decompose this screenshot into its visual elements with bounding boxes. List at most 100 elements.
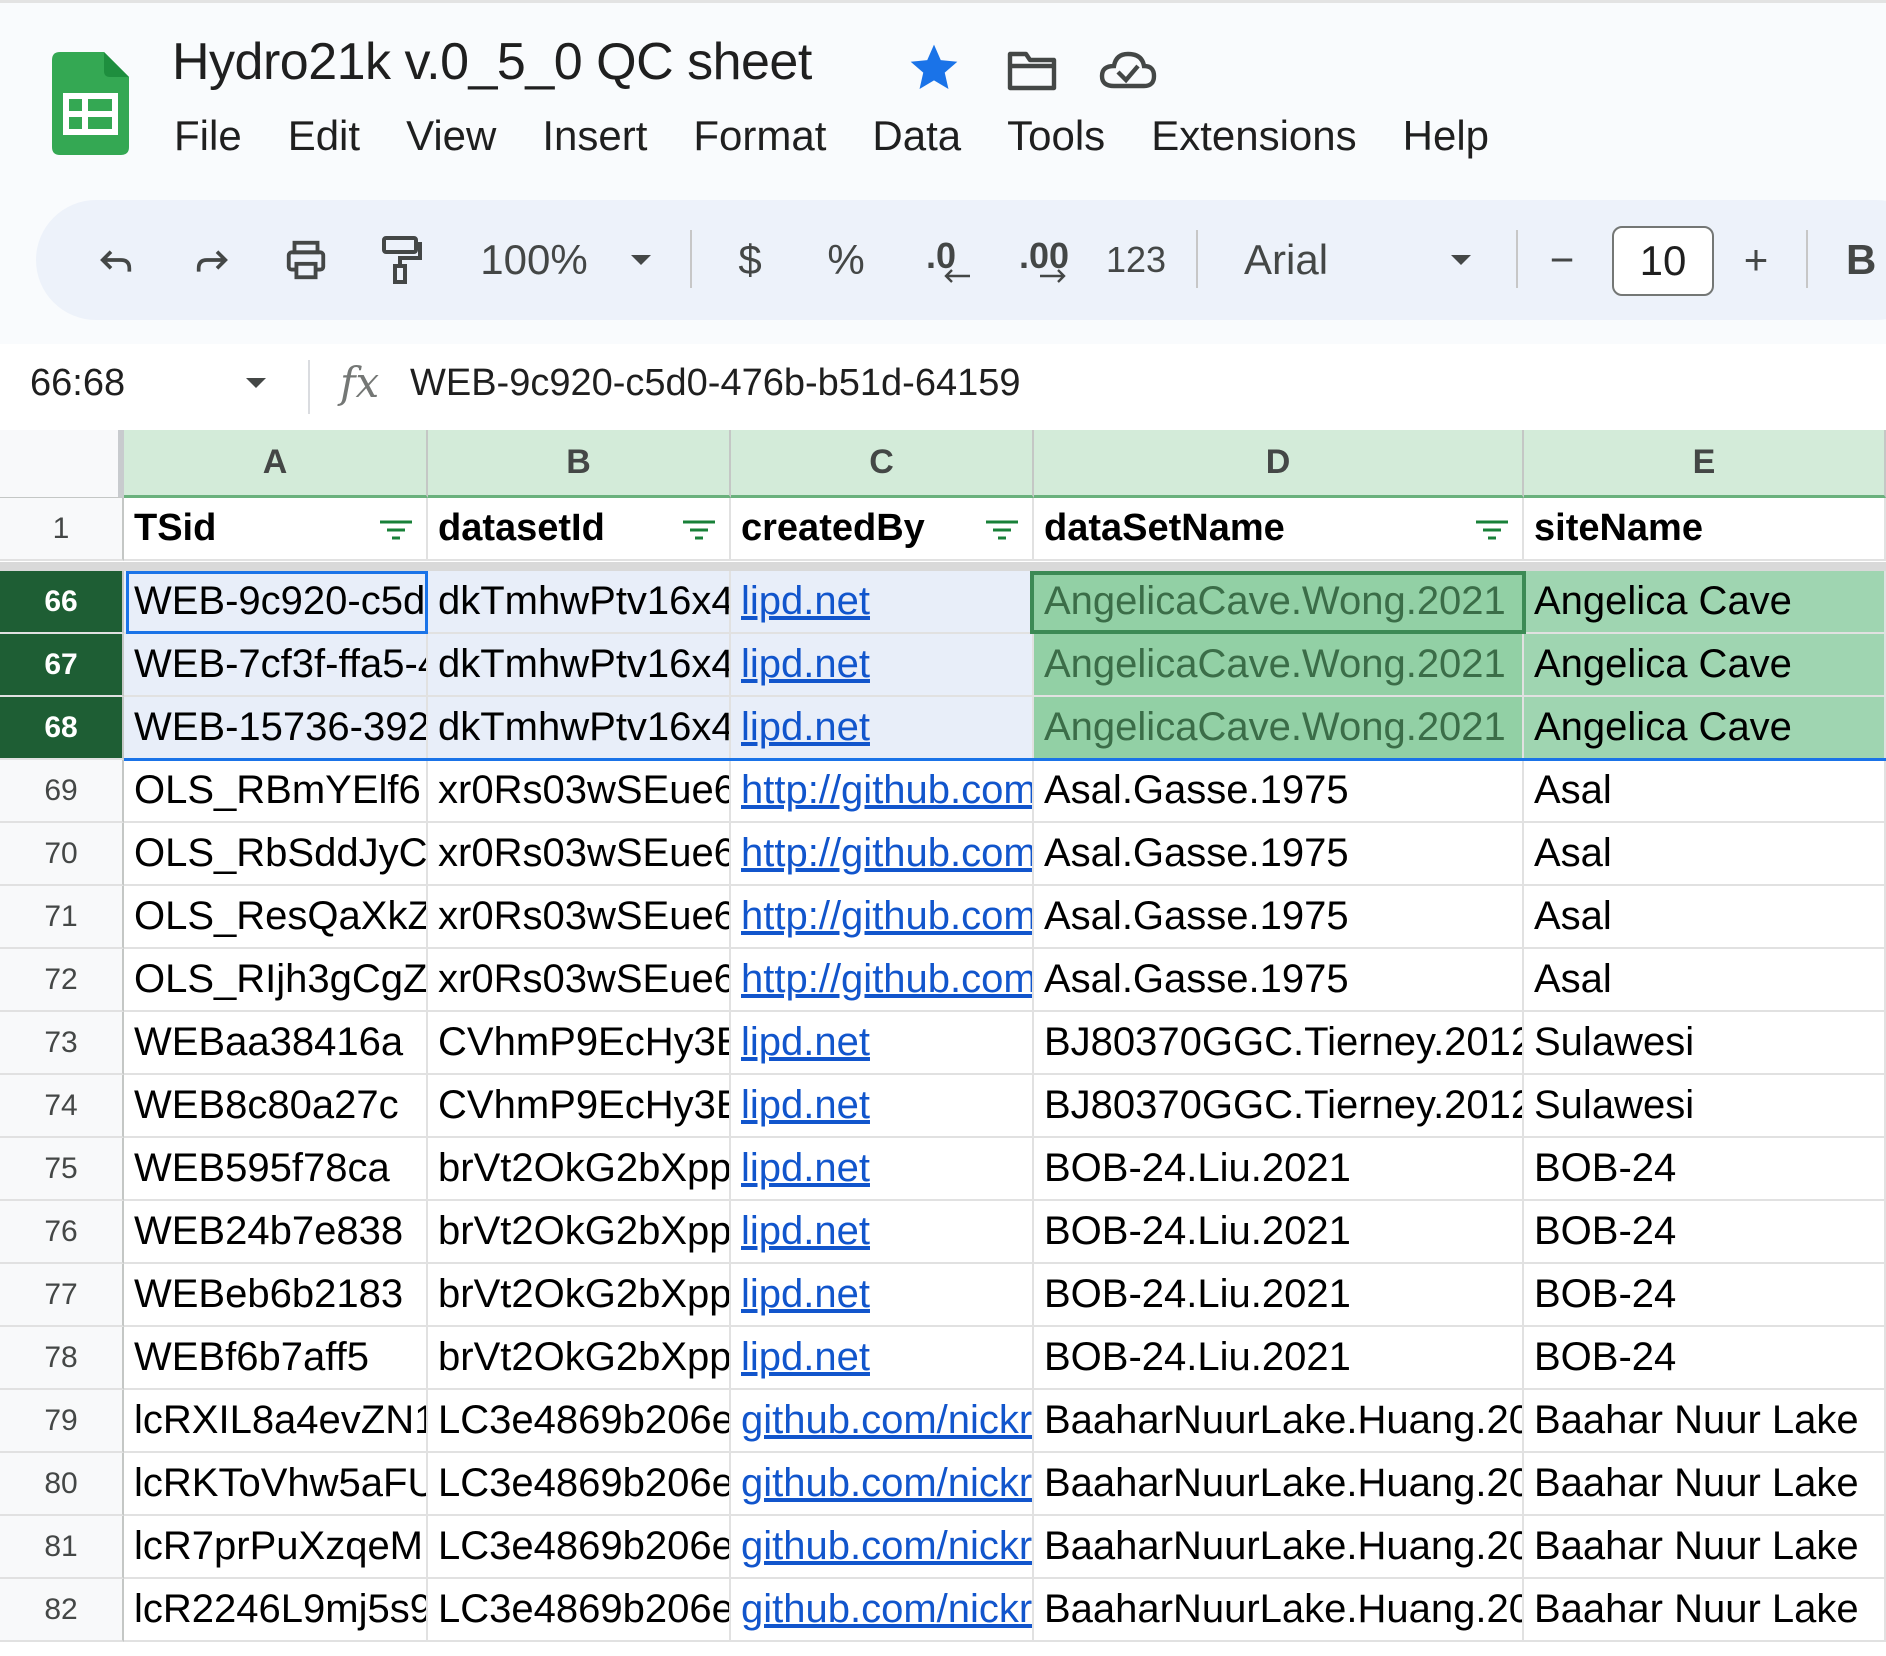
cell-tsid[interactable]: OLS_RIjh3gCgZ xyxy=(124,949,428,1012)
cell-link[interactable]: lipd.net xyxy=(741,1209,870,1253)
cell-link[interactable]: github.com/nickr xyxy=(741,1398,1032,1442)
menu-edit[interactable]: Edit xyxy=(288,112,360,160)
cell-createdby[interactable]: lipd.net xyxy=(731,1012,1034,1075)
cell-datasetid[interactable]: dkTmhwPtv16x4 xyxy=(428,571,731,634)
cell-sitename[interactable]: Asal xyxy=(1524,886,1886,949)
cell-createdby[interactable]: lipd.net xyxy=(731,697,1034,760)
column-header-a[interactable]: A xyxy=(124,430,428,498)
cell-createdby[interactable]: lipd.net xyxy=(731,634,1034,697)
cell-datasetname[interactable]: BJ80370GGC.Tierney.2012 xyxy=(1034,1075,1524,1138)
filter-icon[interactable] xyxy=(984,518,1020,542)
cell-link[interactable]: http://github.com xyxy=(741,768,1032,812)
menu-extensions[interactable]: Extensions xyxy=(1151,112,1356,160)
cell-sitename[interactable]: Baahar Nuur Lake xyxy=(1524,1516,1886,1579)
column-header-c[interactable]: C xyxy=(731,430,1034,498)
cell-createdby[interactable]: github.com/nickr xyxy=(731,1453,1034,1516)
cell-datasetname[interactable]: Asal.Gasse.1975 xyxy=(1034,760,1524,823)
increase-font-size-button[interactable]: + xyxy=(1736,200,1776,320)
header-cell-datasetname[interactable]: dataSetName xyxy=(1034,498,1524,561)
cell-datasetname[interactable]: AngelicaCave.Wong.2021 xyxy=(1034,697,1524,760)
cell-tsid[interactable]: WEBf6b7aff5 xyxy=(124,1327,428,1390)
cell-link[interactable]: github.com/nickr xyxy=(741,1461,1032,1505)
sheets-logo-icon[interactable] xyxy=(52,52,129,155)
filter-icon[interactable] xyxy=(681,518,717,542)
row-header[interactable]: 82 xyxy=(0,1579,124,1642)
frozen-row-divider[interactable] xyxy=(0,562,1886,571)
row-header[interactable]: 73 xyxy=(0,1012,124,1075)
row-header[interactable]: 78 xyxy=(0,1327,124,1390)
menu-data[interactable]: Data xyxy=(872,112,961,160)
cell-tsid[interactable]: lcRXIL8a4evZN1 xyxy=(124,1390,428,1453)
cell-datasetname[interactable]: AngelicaCave.Wong.2021 xyxy=(1034,634,1524,697)
cell-tsid[interactable]: WEB24b7e838 xyxy=(124,1201,428,1264)
cell-createdby[interactable]: lipd.net xyxy=(731,1327,1034,1390)
document-title[interactable]: Hydro21k v.0_5_0 QC sheet xyxy=(172,32,812,92)
cell-tsid[interactable]: OLS_RBmYElf6 xyxy=(124,760,428,823)
cell-link[interactable]: lipd.net xyxy=(741,1272,870,1316)
cell-datasetname[interactable]: BOB-24.Liu.2021 xyxy=(1034,1138,1524,1201)
cell-datasetid[interactable]: dkTmhwPtv16x4 xyxy=(428,697,731,760)
cell-tsid[interactable]: WEBeb6b2183 xyxy=(124,1264,428,1327)
header-cell-sitename[interactable]: siteName xyxy=(1524,498,1886,561)
cell-createdby[interactable]: github.com/nickr xyxy=(731,1579,1034,1642)
row-header[interactable]: 70 xyxy=(0,823,124,886)
row-header[interactable]: 77 xyxy=(0,1264,124,1327)
filter-icon[interactable] xyxy=(378,518,414,542)
name-box[interactable]: 66:68 xyxy=(30,362,125,405)
cell-sitename[interactable]: Sulawesi xyxy=(1524,1075,1886,1138)
cell-datasetid[interactable]: xr0Rs03wSEue6 xyxy=(428,886,731,949)
cell-sitename[interactable]: Baahar Nuur Lake xyxy=(1524,1390,1886,1453)
cell-createdby[interactable]: http://github.com xyxy=(731,823,1034,886)
cell-datasetid[interactable]: brVt2OkG2bXpp xyxy=(428,1201,731,1264)
cell-link[interactable]: http://github.com xyxy=(741,831,1032,875)
cell-sitename[interactable]: BOB-24 xyxy=(1524,1327,1886,1390)
cell-sitename[interactable]: BOB-24 xyxy=(1524,1138,1886,1201)
row-header[interactable]: 1 xyxy=(0,498,124,561)
cell-link[interactable]: lipd.net xyxy=(741,1020,870,1064)
percent-format-button[interactable]: % xyxy=(820,200,872,320)
cell-createdby[interactable]: lipd.net xyxy=(731,1138,1034,1201)
paint-format-button[interactable] xyxy=(372,200,428,320)
cell-datasetname[interactable]: Asal.Gasse.1975 xyxy=(1034,823,1524,886)
cell-tsid[interactable]: WEB-9c920-c5d0-476b-b51d-64159 xyxy=(124,571,428,634)
cell-createdby[interactable]: lipd.net xyxy=(731,1264,1034,1327)
cell-sitename[interactable]: BOB-24 xyxy=(1524,1201,1886,1264)
zoom-select[interactable]: 100% xyxy=(474,200,594,320)
formula-input[interactable]: WEB-9c920-c5d0-476b-b51d-64159 xyxy=(410,362,1021,405)
cell-datasetid[interactable]: LC3e4869b206e xyxy=(428,1516,731,1579)
cell-datasetid[interactable]: CVhmP9EcHy3E xyxy=(428,1075,731,1138)
column-header-b[interactable]: B xyxy=(428,430,731,498)
cell-datasetname[interactable]: AngelicaCave.Wong.2021 xyxy=(1034,571,1524,634)
row-header[interactable]: 81 xyxy=(0,1516,124,1579)
cell-tsid[interactable]: lcR7prPuXzqeM xyxy=(124,1516,428,1579)
cell-sitename[interactable]: Sulawesi xyxy=(1524,1012,1886,1075)
font-family-select[interactable]: Arial xyxy=(1244,200,1354,320)
menu-file[interactable]: File xyxy=(174,112,242,160)
cell-datasetname[interactable]: BOB-24.Liu.2021 xyxy=(1034,1201,1524,1264)
decrease-font-size-button[interactable]: − xyxy=(1542,200,1582,320)
cell-tsid[interactable]: WEB-15736-392 xyxy=(124,697,428,760)
cell-sitename[interactable]: Angelica Cave xyxy=(1524,697,1886,760)
cell-sitename[interactable]: Baahar Nuur Lake xyxy=(1524,1579,1886,1642)
undo-button[interactable] xyxy=(88,200,144,320)
cell-datasetid[interactable]: brVt2OkG2bXpp xyxy=(428,1264,731,1327)
cell-tsid[interactable]: WEB8c80a27c xyxy=(124,1075,428,1138)
cell-datasetname[interactable]: Asal.Gasse.1975 xyxy=(1034,886,1524,949)
column-header-d[interactable]: D xyxy=(1034,430,1524,498)
cell-tsid[interactable]: WEB595f78ca xyxy=(124,1138,428,1201)
cell-datasetname[interactable]: BOB-24.Liu.2021 xyxy=(1034,1327,1524,1390)
cell-datasetname[interactable]: Asal.Gasse.1975 xyxy=(1034,949,1524,1012)
cell-datasetname[interactable]: BaaharNuurLake.Huang.20 xyxy=(1034,1516,1524,1579)
row-header[interactable]: 72 xyxy=(0,949,124,1012)
menu-tools[interactable]: Tools xyxy=(1007,112,1105,160)
cell-link[interactable]: lipd.net xyxy=(741,1335,870,1379)
cell-link[interactable]: lipd.net xyxy=(741,1146,870,1190)
cell-createdby[interactable]: github.com/nickr xyxy=(731,1516,1034,1579)
column-header-e[interactable]: E xyxy=(1524,430,1886,498)
cell-link[interactable]: lipd.net xyxy=(741,705,870,749)
row-header[interactable]: 75 xyxy=(0,1138,124,1201)
cell-datasetid[interactable]: LC3e4869b206e xyxy=(428,1453,731,1516)
font-size-input[interactable]: 10 xyxy=(1612,226,1714,296)
chevron-down-icon[interactable] xyxy=(244,376,268,390)
cell-createdby[interactable]: http://github.com xyxy=(731,760,1034,823)
